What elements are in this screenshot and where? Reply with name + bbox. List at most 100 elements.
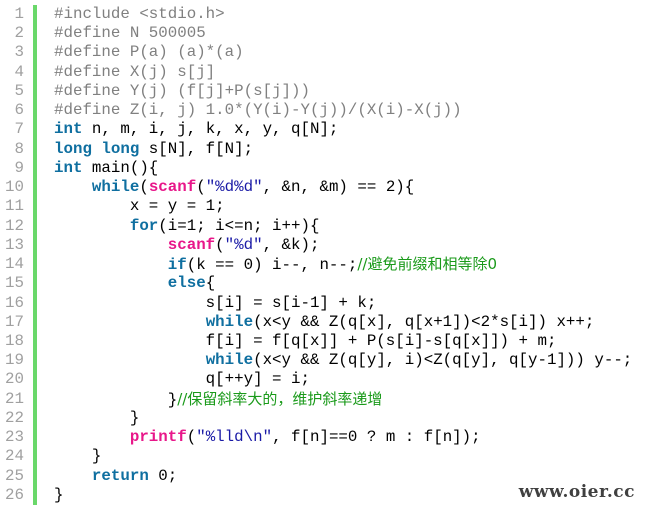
code-line: 2 #define N 500005 xyxy=(0,24,645,43)
line-number: 16 xyxy=(5,293,24,312)
code-text: s[i] = s[i-1] + k; xyxy=(54,293,377,312)
code-text: ( xyxy=(139,178,149,197)
line-code: while(x<y && Z(q[y], i)<Z(q[y], q[y-1]))… xyxy=(54,351,633,370)
line-code: }//保留斜率大的，维护斜率递增 xyxy=(54,389,383,410)
string-token: "%d" xyxy=(224,235,263,254)
code-text: (x<y && Z(q[y], i)<Z(q[y], q[y-1])) y--; xyxy=(253,351,633,370)
preprocessor-token: #define N 500005 xyxy=(54,24,206,43)
code-text: } xyxy=(54,485,64,504)
keyword-token: while xyxy=(205,351,254,370)
code-editor[interactable]: 1 #include <stdio.h> 2 #define N 500005 3 #de… xyxy=(0,5,645,505)
watermark: www.oier.cc xyxy=(518,482,635,502)
preprocessor-token: #include <stdio.h> xyxy=(54,5,225,23)
line-number: 18 xyxy=(5,331,24,350)
code-text: ( xyxy=(196,178,206,197)
line-code: printf("%lld\n", f[n]==0 ? m : f[n]); xyxy=(54,428,481,447)
code-line: 15 else{ xyxy=(0,274,645,293)
code-text: , f[n]==0 ? m : f[n]); xyxy=(272,428,481,447)
line-code: for(i=1; i<=n; i++){ xyxy=(54,216,320,236)
preprocessor-token: #define P(a) (a)*(a) xyxy=(54,43,244,62)
code-line: 7 int n, m, i, j, k, x, y, q[N]; xyxy=(0,120,645,139)
line-number: 13 xyxy=(5,235,24,254)
line-code: return 0; xyxy=(54,467,177,486)
comment-token: //保留斜率大的，维护斜率递增 xyxy=(177,389,383,408)
preprocessor-token: #define X(j) s[j] xyxy=(54,62,216,81)
line-number: 24 xyxy=(5,447,24,466)
code-line: 5 #define Y(j) (f[j]+P(s[j])) xyxy=(0,82,645,101)
line-code: f[i] = f[q[x]] + P(s[i]-s[q[x]]) + m; xyxy=(54,331,557,351)
code-line: 4 #define X(j) s[j] xyxy=(0,63,645,82)
line-code: #define N 500005 xyxy=(54,24,206,43)
code-text: , &n, &m) == 2){ xyxy=(262,178,415,197)
line-code: while(scanf("%d%d", &n, &m) == 2){ xyxy=(54,178,414,197)
code-line: 24 } xyxy=(0,447,645,466)
line-number: 26 xyxy=(5,485,24,504)
keyword-token: int xyxy=(54,158,83,177)
line-number: 23 xyxy=(5,428,24,447)
keyword-token: else xyxy=(167,274,206,293)
code-text: q[++y] = i; xyxy=(54,370,310,389)
code-line: 1 #include <stdio.h> xyxy=(0,5,645,24)
line-number: 12 xyxy=(5,216,24,235)
keyword-token: return xyxy=(91,466,149,485)
code-line: 23 printf("%lld\n", f[n]==0 ? m : f[n]); xyxy=(0,428,645,447)
line-number: 6 xyxy=(14,101,24,120)
keyword-token: long long xyxy=(54,139,140,158)
line-code: } xyxy=(54,447,102,466)
code-line: 8 long long s[N], f[N]; xyxy=(0,140,645,159)
line-code: } xyxy=(54,409,140,428)
line-code: q[++y] = i; xyxy=(54,370,310,389)
keyword-token: while xyxy=(205,312,254,331)
line-number: 20 xyxy=(5,370,24,389)
code-text: (k == 0) i--, n--; xyxy=(186,256,358,275)
code-line: 20 q[++y] = i; xyxy=(0,370,645,389)
function-token: scanf xyxy=(148,178,197,197)
line-code: #include <stdio.h> xyxy=(54,5,225,24)
line-number: 3 xyxy=(14,43,24,62)
line-number: 25 xyxy=(5,466,24,485)
code-line: 21 }//保留斜率大的，维护斜率递增 xyxy=(0,390,645,409)
line-number: 19 xyxy=(5,351,24,370)
line-number: 22 xyxy=(5,408,24,427)
code-text: (i=1; i<=n; i++){ xyxy=(158,216,320,235)
line-number: 15 xyxy=(5,274,24,293)
code-text: } xyxy=(54,447,102,466)
line-code: while(x<y && Z(q[x], q[x+1])<2*s[i]) x++… xyxy=(54,312,595,332)
code-line: 14 if(k == 0) i--, n--;//避免前缀和相等除0 xyxy=(0,255,645,274)
code-text: main(){ xyxy=(82,158,159,177)
code-line: 18 f[i] = f[q[x]] + P(s[i]-s[q[x]]) + m; xyxy=(0,332,645,351)
code-text: x = y = 1; xyxy=(54,197,225,216)
line-code: #define P(a) (a)*(a) xyxy=(54,43,244,62)
line-number: 2 xyxy=(14,24,24,43)
line-number: 9 xyxy=(14,158,24,177)
code-line: 17 while(x<y && Z(q[x], q[x+1])<2*s[i]) … xyxy=(0,313,645,332)
line-number: 14 xyxy=(5,255,24,274)
string-token: "%d%d" xyxy=(205,178,263,197)
code-text: , &k); xyxy=(262,235,320,254)
code-line: 10 while(scanf("%d%d", &n, &m) == 2){ xyxy=(0,178,645,197)
string-token: "%lld\n" xyxy=(196,428,273,447)
code-text: n, m, i, j, k, x, y, q[N]; xyxy=(82,120,339,139)
preprocessor-token: #define Z(i, j) 1.0*(Y(i)-Y(j))/(X(i)-X(… xyxy=(54,101,462,120)
line-code: #define Z(i, j) 1.0*(Y(i)-Y(j))/(X(i)-X(… xyxy=(54,101,462,120)
line-number: 1 xyxy=(14,5,24,23)
line-code: else{ xyxy=(54,274,215,293)
preprocessor-token: #define Y(j) (f[j]+P(s[j])) xyxy=(54,81,310,100)
keyword-token: if xyxy=(167,256,187,275)
code-text: f[i] = f[q[x]] + P(s[i]-s[q[x]]) + m; xyxy=(54,331,557,350)
code-text: ( xyxy=(186,428,197,447)
line-number: 21 xyxy=(5,389,24,408)
code-text: s[N], f[N]; xyxy=(139,139,254,158)
line-code: long long s[N], f[N]; xyxy=(54,140,253,159)
function-token: printf xyxy=(129,428,187,447)
keyword-token: while xyxy=(91,178,140,197)
code-line: 3 #define P(a) (a)*(a) xyxy=(0,43,645,62)
line-code: s[i] = s[i-1] + k; xyxy=(54,293,377,313)
